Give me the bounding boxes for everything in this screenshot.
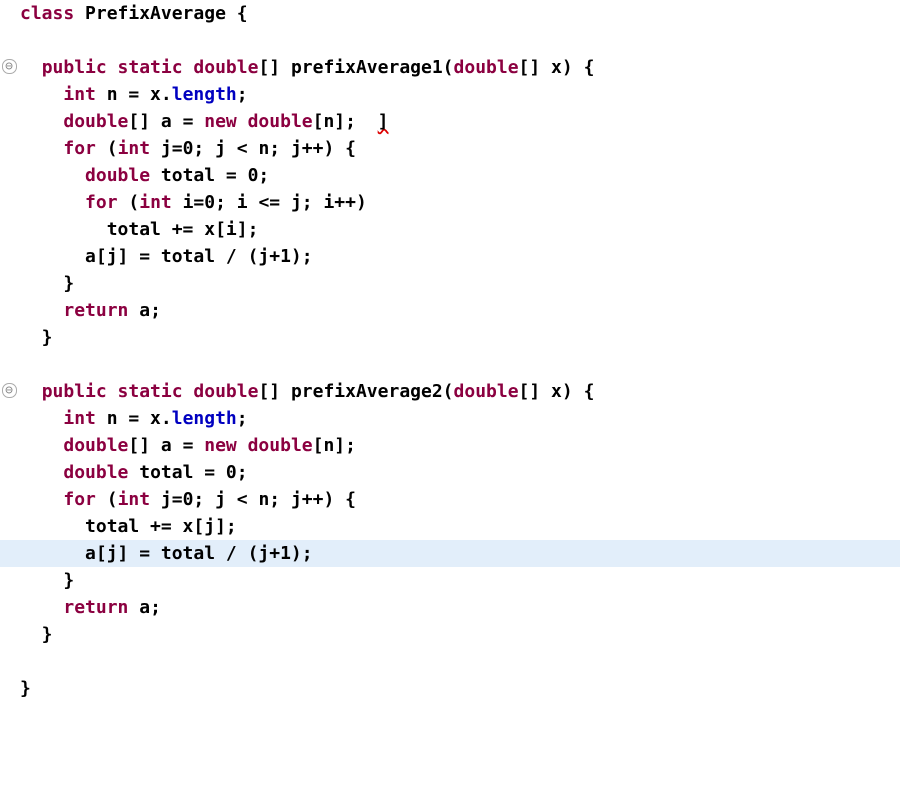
code-line: } — [0, 675, 900, 702]
code-line — [0, 27, 900, 54]
code-cell[interactable]: for (int j=0; j < n; j++) { — [18, 486, 900, 513]
gutter-cell — [0, 81, 18, 108]
code-cell[interactable]: for (int i=0; i <= j; i++) — [18, 189, 900, 216]
code-line: a[j] = total / (j+1); — [0, 243, 900, 270]
code-line: class PrefixAverage { — [0, 0, 900, 27]
code-line: double[] a = new double[n]; — [0, 432, 900, 459]
code-cell[interactable]: int n = x.length; — [18, 81, 900, 108]
code-line: return a; — [0, 594, 900, 621]
gutter-cell — [0, 297, 18, 324]
gutter-cell — [0, 243, 18, 270]
gutter-cell — [0, 108, 18, 135]
gutter-cell — [0, 351, 18, 378]
code-line: int n = x.length; — [0, 81, 900, 108]
gutter-cell — [0, 216, 18, 243]
gutter-cell — [0, 432, 18, 459]
code-cell[interactable]: public static double[] prefixAverage2(do… — [18, 378, 900, 405]
code-line — [0, 648, 900, 675]
code-cell[interactable]: total += x[j]; — [18, 513, 900, 540]
gutter-cell — [0, 27, 18, 54]
code-cell[interactable]: for (int j=0; j < n; j++) { — [18, 135, 900, 162]
gutter-cell[interactable]: ⊖ — [0, 378, 18, 405]
gutter-cell — [0, 648, 18, 675]
code-cell[interactable]: } — [18, 621, 900, 648]
code-cell[interactable]: class PrefixAverage { — [18, 0, 900, 27]
gutter-cell[interactable]: ⊖ — [0, 54, 18, 81]
gutter-cell — [0, 540, 18, 567]
code-line: int n = x.length; — [0, 405, 900, 432]
gutter-cell — [0, 324, 18, 351]
code-cell[interactable]: a[j] = total / (j+1); — [18, 243, 900, 270]
code-line: total += x[j]; — [0, 513, 900, 540]
gutter-cell — [0, 270, 18, 297]
gutter-cell — [0, 675, 18, 702]
fold-toggle-icon[interactable]: ⊖ — [2, 383, 17, 398]
code-line: } — [0, 270, 900, 297]
gutter-cell — [0, 189, 18, 216]
gutter-cell — [0, 405, 18, 432]
code-cell[interactable]: total += x[i]; — [18, 216, 900, 243]
code-cell[interactable]: double total = 0; — [18, 459, 900, 486]
code-line: } — [0, 324, 900, 351]
gutter-cell — [0, 459, 18, 486]
code-cell[interactable]: double[] a = new double[n]; ] — [18, 108, 900, 135]
code-cell[interactable]: public static double[] prefixAverage1(do… — [18, 54, 900, 81]
code-cell[interactable]: } — [18, 270, 900, 297]
code-line: for (int j=0; j < n; j++) { — [0, 135, 900, 162]
code-line — [0, 351, 900, 378]
code-cell[interactable]: } — [18, 324, 900, 351]
gutter-cell — [0, 594, 18, 621]
code-editor: class PrefixAverage { ⊖ public static do… — [0, 0, 900, 702]
code-line: double total = 0; — [0, 459, 900, 486]
code-cell[interactable] — [18, 648, 900, 675]
code-line: double total = 0; — [0, 162, 900, 189]
gutter-cell — [0, 135, 18, 162]
code-line: return a; — [0, 297, 900, 324]
code-cell[interactable] — [18, 351, 900, 378]
code-cell[interactable]: double total = 0; — [18, 162, 900, 189]
code-line: for (int j=0; j < n; j++) { — [0, 486, 900, 513]
fold-toggle-icon[interactable]: ⊖ — [2, 59, 17, 74]
code-cell[interactable] — [18, 27, 900, 54]
code-line: } — [0, 567, 900, 594]
code-cell[interactable]: a[j] = total / (j+1); — [18, 540, 900, 567]
code-cell[interactable]: return a; — [18, 594, 900, 621]
code-cell[interactable]: } — [18, 567, 900, 594]
gutter-cell — [0, 0, 18, 27]
code-line: total += x[i]; — [0, 216, 900, 243]
code-cell[interactable]: double[] a = new double[n]; — [18, 432, 900, 459]
code-line: ⊖ public static double[] prefixAverage2(… — [0, 378, 900, 405]
code-line: } — [0, 621, 900, 648]
code-cell[interactable]: } — [18, 675, 900, 702]
code-cell[interactable]: int n = x.length; — [18, 405, 900, 432]
code-line: ⊖ public static double[] prefixAverage1(… — [0, 54, 900, 81]
gutter-cell — [0, 621, 18, 648]
gutter-cell — [0, 486, 18, 513]
gutter-cell — [0, 162, 18, 189]
code-cell[interactable]: return a; — [18, 297, 900, 324]
code-line: for (int i=0; i <= j; i++) — [0, 189, 900, 216]
gutter-cell — [0, 567, 18, 594]
code-line: double[] a = new double[n]; ] — [0, 108, 900, 135]
gutter-cell — [0, 513, 18, 540]
code-line: a[j] = total / (j+1); — [0, 540, 900, 567]
